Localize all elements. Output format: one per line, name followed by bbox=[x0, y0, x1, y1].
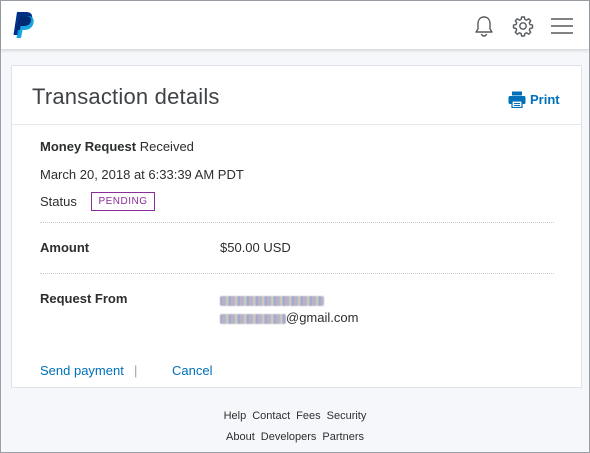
amount-value: $50.00 USD bbox=[220, 240, 291, 255]
gear-icon[interactable] bbox=[512, 15, 534, 37]
footer-links-row-1: Help Contact Fees Security bbox=[1, 410, 589, 422]
printer-icon bbox=[508, 91, 526, 108]
footer-link-partners[interactable]: Partners bbox=[322, 431, 364, 443]
send-payment-link[interactable]: Send payment bbox=[40, 363, 124, 378]
bell-icon[interactable] bbox=[473, 15, 495, 37]
divider bbox=[40, 273, 554, 274]
redacted-name bbox=[220, 295, 324, 306]
paypal-logo-icon[interactable] bbox=[11, 11, 35, 39]
status-badge: PENDING bbox=[91, 192, 155, 211]
top-navigation-bar bbox=[1, 1, 589, 50]
footer-link-help[interactable]: Help bbox=[224, 410, 247, 422]
footer-link-developers[interactable]: Developers bbox=[261, 431, 317, 443]
transaction-datetime: March 20, 2018 at 6:33:39 AM PDT bbox=[40, 167, 244, 182]
amount-label: Amount bbox=[40, 240, 90, 255]
footer-links-row-2: About Developers Partners bbox=[1, 431, 589, 443]
app-window: Transaction details Print Money Request … bbox=[0, 0, 590, 453]
transaction-details-card: Transaction details Print Money Request … bbox=[11, 65, 582, 388]
footer-link-fees[interactable]: Fees bbox=[296, 410, 320, 422]
footer-link-contact[interactable]: Contact bbox=[252, 410, 290, 422]
transaction-type: Money Request Received bbox=[40, 139, 194, 154]
email-domain: @gmail.com bbox=[286, 310, 359, 325]
transaction-type-label: Money Request bbox=[40, 139, 137, 154]
transaction-type-status: Received bbox=[139, 139, 194, 154]
status-label: Status bbox=[40, 194, 77, 209]
redacted-email-user bbox=[220, 313, 286, 324]
divider bbox=[40, 222, 554, 223]
print-button[interactable]: Print bbox=[508, 89, 560, 109]
requester-name bbox=[220, 292, 324, 307]
print-label: Print bbox=[530, 91, 560, 107]
footer-link-security[interactable]: Security bbox=[327, 410, 367, 422]
card-header: Transaction details Print bbox=[12, 66, 581, 125]
requester-email: @gmail.com bbox=[220, 310, 358, 325]
menu-icon[interactable] bbox=[550, 15, 574, 37]
link-separator: | bbox=[134, 363, 138, 378]
request-from-label: Request From bbox=[40, 291, 128, 306]
page-title: Transaction details bbox=[32, 84, 220, 109]
footer-link-about[interactable]: About bbox=[226, 431, 255, 443]
cancel-link[interactable]: Cancel bbox=[172, 363, 212, 378]
